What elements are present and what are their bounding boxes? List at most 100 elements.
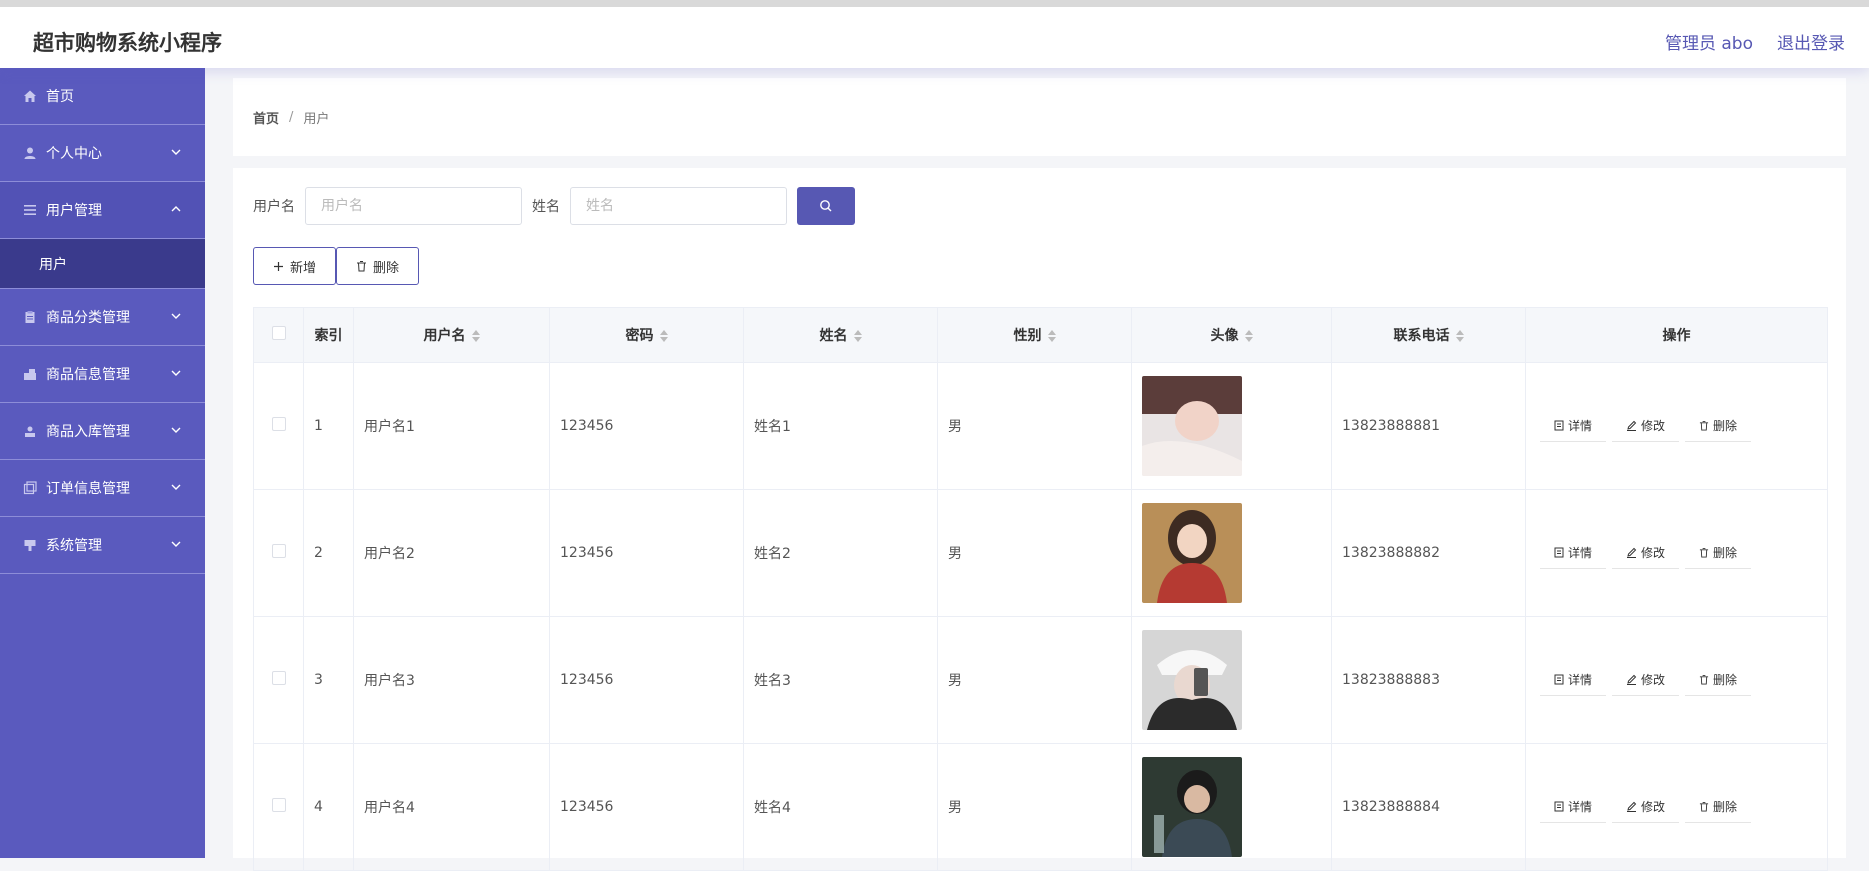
add-button[interactable]: 新增 (253, 247, 337, 285)
delete-label: 删除 (1713, 419, 1738, 433)
chevron-down-icon (171, 313, 181, 319)
edit-button[interactable]: 修改 (1612, 410, 1680, 442)
main-content: 用户名 姓名 新增 删除 索引 用户名 密码 姓名 (233, 168, 1846, 871)
detail-button[interactable]: 详情 (1540, 410, 1607, 442)
sidebar-item-system[interactable]: 系统管理 (0, 517, 205, 574)
row-checkbox[interactable] (271, 798, 286, 812)
cell-gender: 男 (937, 616, 1132, 744)
chevron-down-icon (171, 149, 181, 155)
detail-button[interactable]: 详情 (1540, 537, 1607, 569)
delete-button[interactable]: 删除 (1685, 410, 1752, 442)
document-icon (1554, 420, 1564, 431)
table-row: 1 用户名1 123456 姓名1 男 13823888881 详情 修改 删除 (253, 362, 1828, 490)
trash-icon (1699, 674, 1709, 685)
sidebar-subitem-users[interactable]: 用户 (0, 239, 205, 289)
sidebar-item-label: 商品信息管理 (46, 367, 130, 383)
avatar-image[interactable] (1142, 503, 1242, 603)
cell-avatar (1131, 616, 1332, 744)
column-header-name[interactable]: 姓名 (743, 307, 938, 363)
edit-label: 修改 (1641, 546, 1666, 560)
column-header-avatar[interactable]: 头像 (1131, 307, 1332, 363)
trash-icon (357, 261, 367, 272)
trash-icon (1699, 420, 1709, 431)
app-title: 超市购物系统小程序 (33, 31, 222, 55)
cell-phone: 13823888883 (1331, 616, 1526, 744)
sidebar-item-product-info[interactable]: 商品信息管理 (0, 346, 205, 403)
username-input[interactable] (305, 187, 522, 225)
inbox-icon (22, 423, 38, 439)
sidebar-item-user-management[interactable]: 用户管理 (0, 182, 205, 239)
detail-label: 详情 (1568, 419, 1593, 433)
logout-link[interactable]: 退出登录 (1777, 29, 1845, 54)
column-header-username[interactable]: 用户名 (353, 307, 550, 363)
row-checkbox[interactable] (271, 544, 286, 558)
edit-button[interactable]: 修改 (1612, 791, 1680, 823)
sort-icon[interactable] (471, 330, 480, 342)
column-header-password[interactable]: 密码 (549, 307, 744, 363)
delete-button[interactable]: 删除 (1685, 664, 1752, 696)
trash-icon (1699, 547, 1709, 558)
row-actions: 详情 修改 删除 (1536, 410, 1827, 442)
sidebar-item-label: 个人中心 (46, 146, 102, 162)
header-checkbox-cell (253, 307, 304, 363)
name-label: 姓名 (532, 199, 560, 215)
sidebar-item-label: 系统管理 (46, 538, 102, 554)
username-label: 用户名 (253, 199, 295, 215)
row-actions: 详情 修改 删除 (1536, 664, 1827, 696)
breadcrumb-home[interactable]: 首页 (253, 108, 279, 127)
cell-password: 123456 (549, 489, 744, 617)
edit-button[interactable]: 修改 (1612, 537, 1680, 569)
home-icon (22, 88, 38, 104)
cell-username: 用户名4 (353, 743, 550, 871)
cell-name: 姓名3 (743, 616, 938, 744)
sort-icon[interactable] (1047, 330, 1056, 342)
sort-icon[interactable] (1244, 330, 1253, 342)
name-input[interactable] (570, 187, 787, 225)
cell-password: 123456 (549, 362, 744, 490)
avatar-image[interactable] (1142, 376, 1242, 476)
settings-icon (22, 537, 38, 553)
document-icon (1554, 547, 1564, 558)
detail-label: 详情 (1568, 546, 1593, 560)
row-checkbox[interactable] (271, 417, 286, 431)
edit-icon (1627, 547, 1637, 558)
avatar-image[interactable] (1142, 630, 1242, 730)
sidebar-item-order-info[interactable]: 订单信息管理 (0, 460, 205, 517)
sort-icon[interactable] (659, 330, 668, 342)
store-icon (22, 366, 38, 382)
search-button[interactable] (797, 187, 855, 225)
cell-password: 123456 (549, 743, 744, 871)
cell-index: 1 (303, 362, 354, 490)
row-checkbox[interactable] (271, 671, 286, 685)
breadcrumb: 首页 / 用户 (233, 78, 1846, 156)
detail-button[interactable]: 详情 (1540, 791, 1607, 823)
cell-phone: 13823888882 (1331, 489, 1526, 617)
sort-icon[interactable] (1455, 330, 1464, 342)
sidebar-item-home[interactable]: 首页 (0, 68, 205, 125)
sidebar-item-profile[interactable]: 个人中心 (0, 125, 205, 182)
edit-button[interactable]: 修改 (1612, 664, 1680, 696)
select-all-checkbox[interactable] (271, 326, 286, 340)
cell-index: 3 (303, 616, 354, 744)
column-header-gender[interactable]: 性别 (937, 307, 1132, 363)
delete-button[interactable]: 删除 (1685, 791, 1752, 823)
sidebar-item-label: 订单信息管理 (46, 481, 130, 497)
table-row: 4 用户名4 123456 姓名4 男 13823888884 详情 修改 删除 (253, 743, 1828, 871)
breadcrumb-separator: / (289, 109, 294, 125)
row-checkbox-cell (253, 489, 304, 617)
cell-gender: 男 (937, 743, 1132, 871)
sort-icon[interactable] (853, 330, 862, 342)
avatar-image[interactable] (1142, 757, 1242, 857)
trash-icon (1699, 801, 1709, 812)
detail-label: 详情 (1568, 673, 1593, 687)
delete-button[interactable]: 删除 (1685, 537, 1752, 569)
sidebar-item-stock-in[interactable]: 商品入库管理 (0, 403, 205, 460)
sidebar-item-category-management[interactable]: 商品分类管理 (0, 289, 205, 346)
edit-label: 修改 (1641, 673, 1666, 687)
column-header-phone[interactable]: 联系电话 (1331, 307, 1526, 363)
detail-button[interactable]: 详情 (1540, 664, 1607, 696)
sidebar: 首页 个人中心 用户管理 用户 商品分类管理 商品信息管理 商品入库管理 订单信… (0, 68, 205, 858)
batch-delete-button[interactable]: 删除 (336, 247, 420, 285)
cell-name: 姓名4 (743, 743, 938, 871)
cell-gender: 男 (937, 362, 1132, 490)
